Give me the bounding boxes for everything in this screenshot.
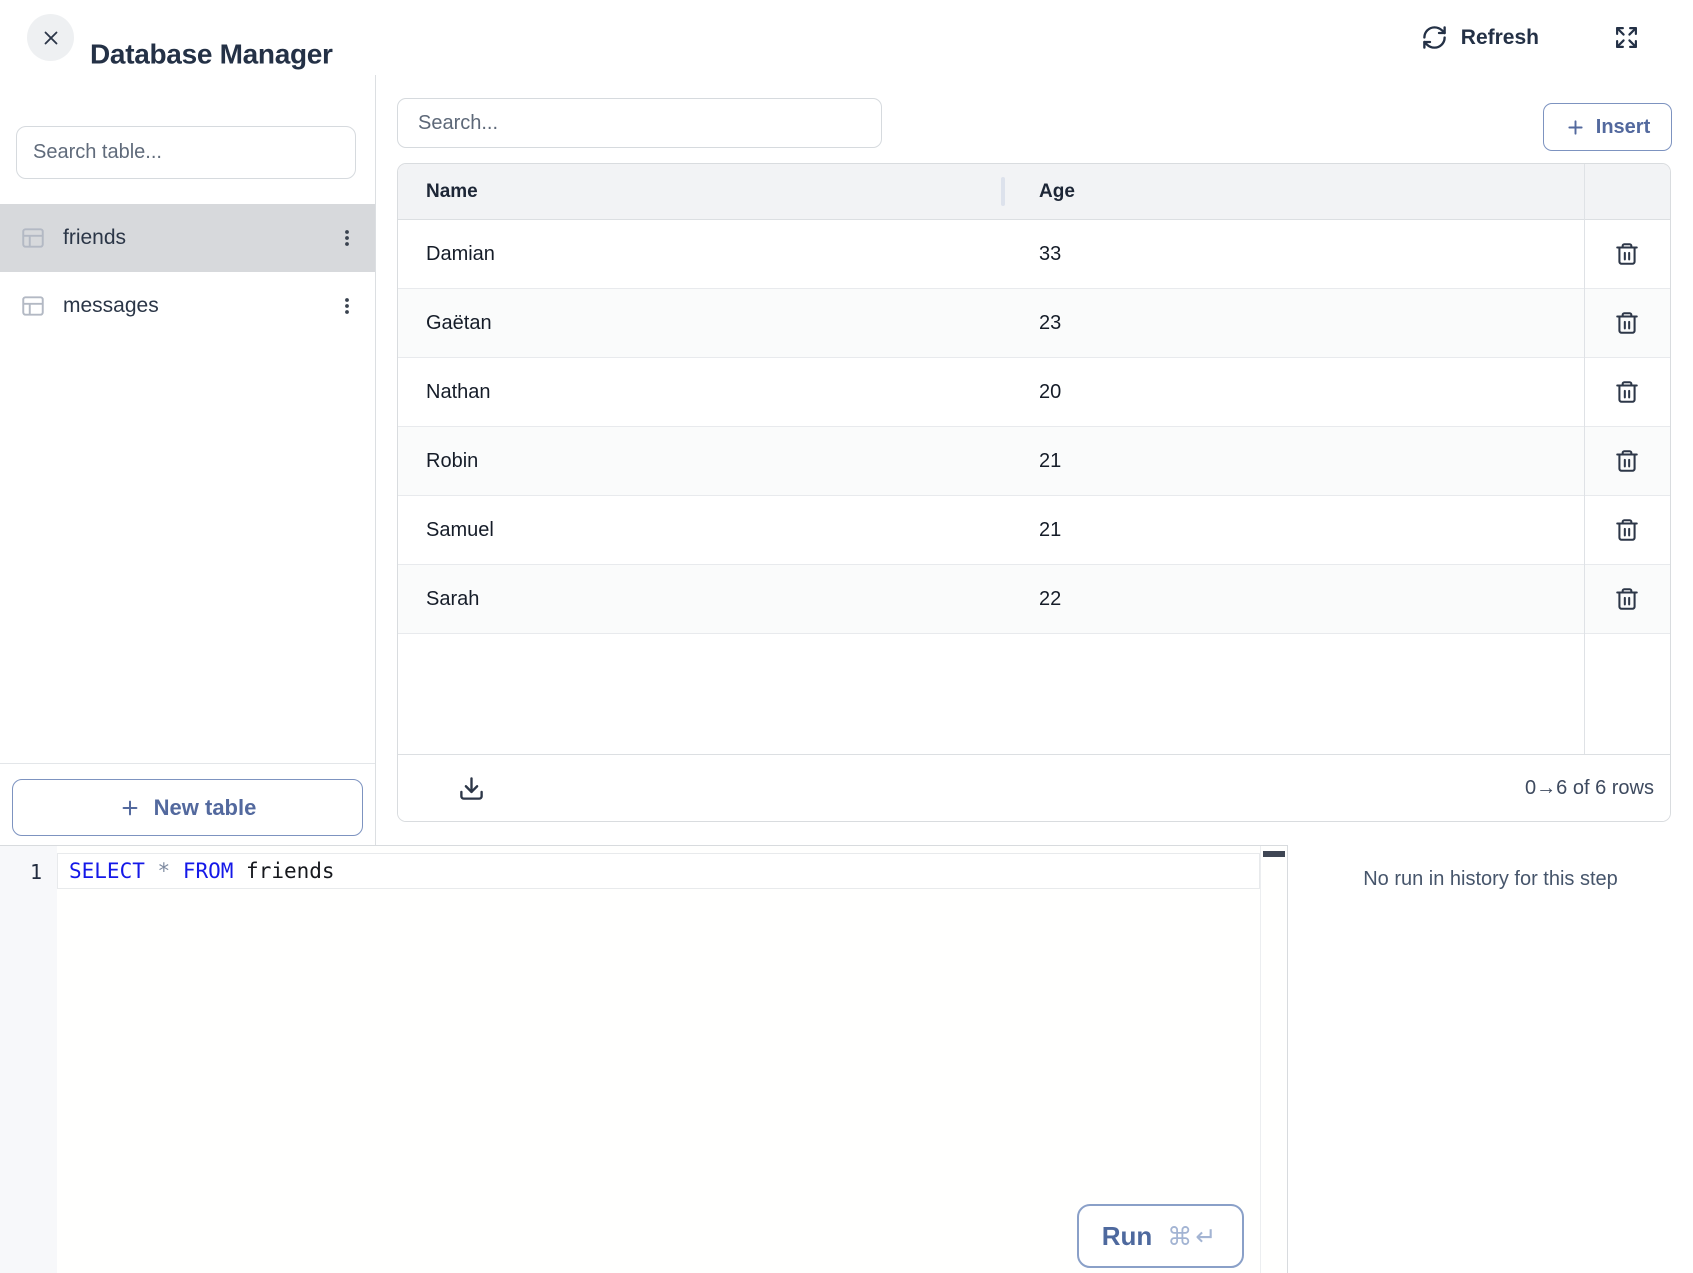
close-button[interactable] <box>27 14 74 61</box>
cell-name: Samuel <box>398 519 1004 542</box>
run-shortcut: ⌘↵ <box>1167 1222 1219 1251</box>
cmd-key-icon: ⌘ <box>1167 1222 1195 1251</box>
download-icon <box>458 775 485 802</box>
table-menu-button[interactable] <box>331 220 363 256</box>
table-name: friends <box>63 226 126 250</box>
cell-name: Robin <box>398 450 1004 473</box>
table-body: Damian 33 Gaëtan 23 <box>398 220 1670 757</box>
cell-age: 21 <box>1004 519 1584 542</box>
code-token <box>145 859 158 883</box>
new-table-label: New table <box>154 795 257 821</box>
code-token: * <box>158 859 171 883</box>
editor-scrollbar-track[interactable] <box>1260 846 1287 1273</box>
kebab-icon <box>337 294 357 318</box>
delete-row-button[interactable] <box>1610 237 1644 271</box>
trash-icon <box>1614 517 1640 543</box>
new-table-button[interactable]: New table <box>12 779 363 836</box>
column-header-age[interactable]: Age <box>1004 181 1584 203</box>
cell-age: 22 <box>1004 588 1584 611</box>
rows-summary: 0→6 of 6 rows <box>1525 777 1654 800</box>
code-token: FROM <box>183 859 234 883</box>
table-row[interactable]: Robin 21 <box>398 427 1670 496</box>
kebab-icon <box>337 226 357 250</box>
export-button[interactable] <box>456 773 487 804</box>
fullscreen-button[interactable] <box>1608 0 1645 75</box>
sidebar-table-item[interactable]: friends <box>0 204 375 272</box>
table-row[interactable]: Samuel 21 <box>398 496 1670 565</box>
table-footer: 0→6 of 6 rows <box>398 754 1670 821</box>
column-resize-handle[interactable] <box>1001 177 1005 206</box>
table-name: messages <box>63 294 159 318</box>
sidebar-table-item[interactable]: messages <box>0 272 375 340</box>
cell-age: 33 <box>1004 243 1584 266</box>
code-token: friends <box>233 859 334 883</box>
run-button[interactable]: Run ⌘↵ <box>1077 1204 1244 1268</box>
topbar: Database Manager Refresh <box>0 0 1693 76</box>
code-token <box>170 859 183 883</box>
plus-icon <box>119 797 141 819</box>
table-search-input[interactable] <box>16 126 356 179</box>
trash-icon <box>1614 448 1640 474</box>
table-icon <box>20 293 46 319</box>
table-row[interactable]: Nathan 20 <box>398 358 1670 427</box>
refresh-icon <box>1421 24 1448 51</box>
cell-age: 21 <box>1004 450 1584 473</box>
cell-name: Damian <box>398 243 1004 266</box>
cell-age: 23 <box>1004 312 1584 335</box>
sql-editor[interactable]: 1 SELECT * FROM friends Run ⌘↵ <box>0 845 1287 1273</box>
run-history-panel: No run in history for this step <box>1287 845 1693 1273</box>
plus-icon <box>1565 117 1586 138</box>
table-row[interactable]: Damian 33 <box>398 220 1670 289</box>
code-token: SELECT <box>69 859 145 883</box>
cell-age: 20 <box>1004 381 1584 404</box>
code-line: SELECT * FROM friends <box>58 859 335 883</box>
history-empty-message: No run in history for this step <box>1288 868 1693 891</box>
insert-button[interactable]: Insert <box>1543 103 1672 151</box>
editor-active-line[interactable]: SELECT * FROM friends <box>57 853 1260 889</box>
column-header-name[interactable]: Name <box>398 181 1004 203</box>
delete-row-button[interactable] <box>1610 375 1644 409</box>
table-menu-button[interactable] <box>331 288 363 324</box>
delete-row-button[interactable] <box>1610 582 1644 616</box>
data-table: Name Age Damian 33 Gaëtan 23 <box>397 163 1671 822</box>
line-number: 1 <box>30 860 42 884</box>
cell-name: Sarah <box>398 588 1004 611</box>
trash-icon <box>1614 379 1640 405</box>
editor-gutter: 1 <box>0 846 57 1273</box>
table-list: friends messages <box>0 204 375 340</box>
delete-row-button[interactable] <box>1610 513 1644 547</box>
refresh-button[interactable]: Refresh <box>1415 0 1545 75</box>
fullscreen-icon <box>1614 25 1639 50</box>
sidebar: friends messages <box>0 75 376 845</box>
main-content: Insert Name Age Damian 33 <box>376 75 1693 845</box>
table-icon <box>20 225 46 251</box>
sidebar-footer: New table <box>0 763 375 845</box>
cell-name: Nathan <box>398 381 1004 404</box>
page-title: Database Manager <box>90 39 333 71</box>
actions-column-divider <box>1584 164 1585 756</box>
refresh-label: Refresh <box>1461 26 1539 50</box>
trash-icon <box>1614 310 1640 336</box>
trash-icon <box>1614 586 1640 612</box>
delete-row-button[interactable] <box>1610 444 1644 478</box>
editor-scrollbar-thumb[interactable] <box>1263 851 1285 857</box>
row-search-input[interactable] <box>397 98 882 148</box>
table-row[interactable]: Sarah 22 <box>398 565 1670 634</box>
trash-icon <box>1614 241 1640 267</box>
close-icon <box>40 27 62 49</box>
delete-row-button[interactable] <box>1610 306 1644 340</box>
cell-name: Gaëtan <box>398 312 1004 335</box>
table-header-row: Name Age <box>398 164 1670 220</box>
return-key-icon: ↵ <box>1195 1222 1219 1251</box>
table-row[interactable]: Gaëtan 23 <box>398 289 1670 358</box>
insert-label: Insert <box>1596 116 1650 139</box>
run-label: Run <box>1102 1221 1153 1252</box>
